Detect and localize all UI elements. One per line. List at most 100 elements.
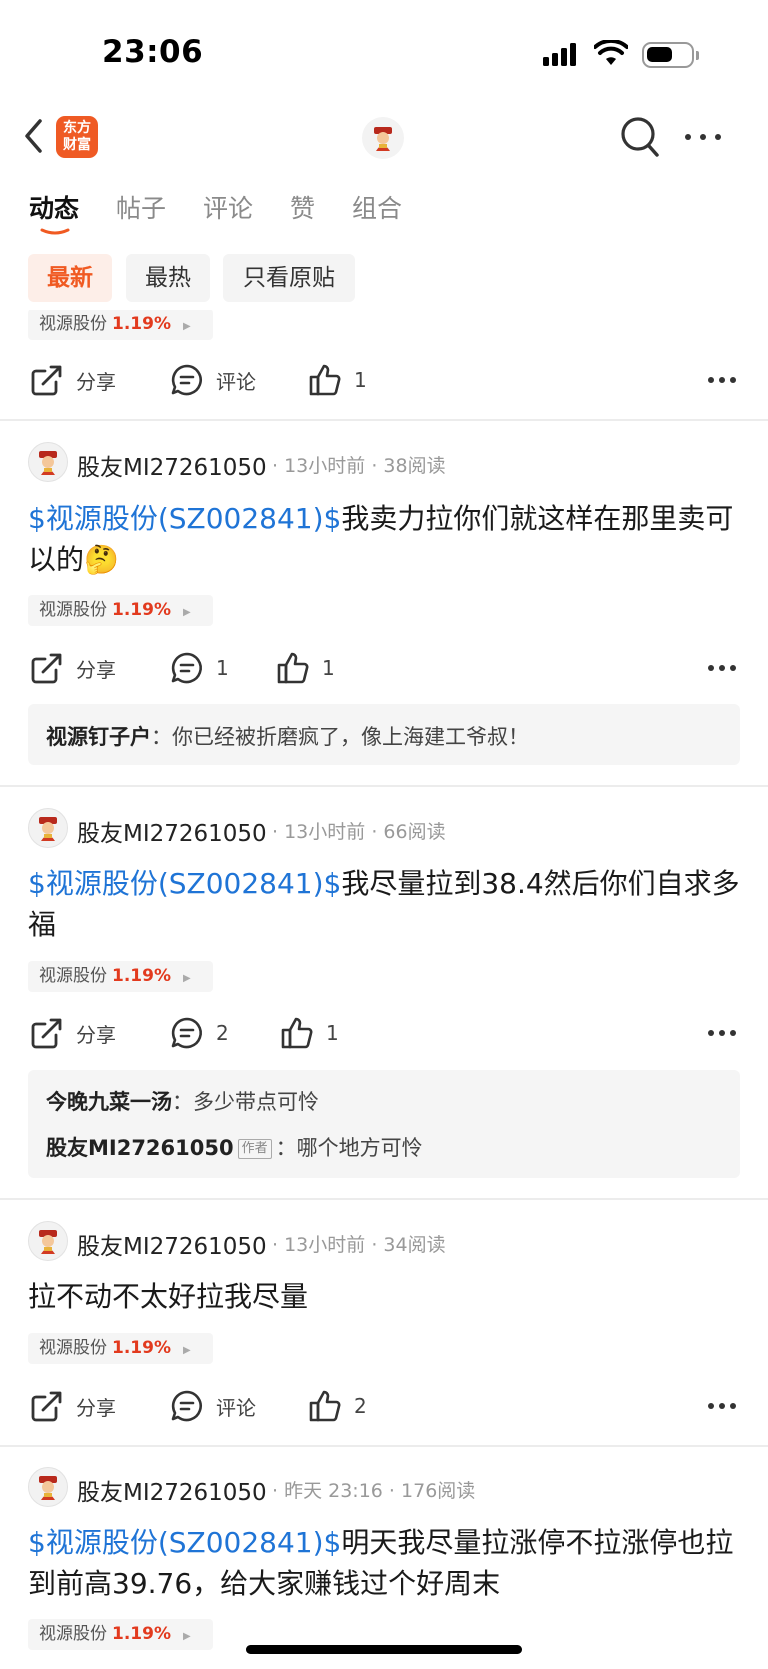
comment-line: 股友MI27261050 作者 ：哪个地方可怜 [46,1136,423,1160]
share-label: 分享 [76,369,116,394]
avatar[interactable] [28,1467,68,1507]
like-button[interactable]: 1 [308,363,367,397]
tab-comments[interactable]: 评论 [203,189,253,225]
tab-dynamic[interactable]: 动态 [29,189,79,225]
post-body[interactable]: $视源股份(SZ002841)$我卖力拉你们就这样在那里卖可以的🤔 [28,498,740,580]
avatar[interactable] [28,442,68,482]
filter-latest-visible[interactable]: 最新 [28,254,112,302]
chevron-right-icon: ▶ [182,1631,191,1642]
comment-text: 多少带点可怜 [193,1090,319,1114]
stock-tag-change: 1.19% [112,314,171,334]
fortune-god-icon [39,1476,57,1500]
stock-tag-name: 视源股份 [39,600,107,620]
chevron-right-icon: ▶ [182,321,191,332]
share-icon [31,1018,62,1049]
stock-tag-name: 视源股份 [39,314,107,334]
post-more-icon[interactable] [708,377,736,383]
back-icon[interactable] [22,118,46,154]
tab-portfolio[interactable]: 组合 [352,189,402,225]
stock-link[interactable]: $视源股份(SZ002841)$ [28,867,341,900]
avatar[interactable] [28,808,68,848]
author-name[interactable]: 股友MI27261050 [77,1227,267,1261]
share-button[interactable]: 分享 [30,363,116,397]
post-time: 13小时前 [284,821,366,843]
search-icon[interactable] [620,115,660,159]
stock-link[interactable]: $视源股份(SZ002841)$ [28,502,341,535]
post-more-icon[interactable] [708,665,736,671]
author-name[interactable]: 股友MI27261050 [77,1473,267,1507]
author-name[interactable]: 股友MI27261050 [77,448,267,482]
wifi-icon [594,40,628,65]
stock-tag[interactable]: 视源股份 1.19% ▶ [28,1333,213,1364]
filter-original-only-visible[interactable]: 只看原贴 [223,254,355,302]
post-body[interactable]: $视源股份(SZ002841)$我尽量拉到38.4然后你们自求多福 [28,863,740,945]
comment-button[interactable]: 评论 [170,363,256,397]
stock-tag[interactable]: 视源股份 1.19% ▶ [28,309,213,340]
status-time: 23:06 [102,34,204,70]
stock-tag-change: 1.19% [112,1338,171,1358]
comment-button[interactable]: 1 [170,651,229,685]
more-options-icon[interactable] [685,134,721,142]
comment-user[interactable]: 视源钉子户 [46,725,151,749]
comment-user[interactable]: 今晚九菜一汤 [46,1090,172,1114]
share-label: 分享 [76,657,116,682]
like-count: 2 [354,1394,367,1418]
share-button[interactable]: 分享 [30,1016,116,1050]
stock-tag-change: 1.19% [112,600,171,620]
comment-user[interactable]: 股友MI27261050 [46,1136,234,1160]
comment-icon [171,652,202,684]
fortune-god-icon [374,127,392,151]
tab-likes[interactable]: 赞 [290,189,315,225]
home-indicator[interactable] [246,1645,522,1654]
share-label: 分享 [76,1022,116,1047]
like-button[interactable]: 1 [276,651,335,685]
like-count: 1 [354,368,367,392]
comment-count: 2 [216,1021,229,1045]
fortune-god-icon [39,1230,57,1254]
post-time: 昨天 23:16 [284,1480,383,1502]
divider [0,1445,768,1447]
like-button[interactable]: 1 [280,1016,339,1050]
filter-hottest-visible[interactable]: 最热 [126,254,210,302]
post-body[interactable]: 拉不动不太好拉我尽量 [28,1276,740,1317]
post-more-icon[interactable] [708,1403,736,1409]
comment-button[interactable]: 评论 [170,1389,256,1423]
stock-tag-change: 1.19% [112,966,171,986]
like-button[interactable]: 2 [308,1389,367,1423]
comment-text: 你已经被折磨疯了，像上海建工爷叔！ [172,725,529,749]
chevron-right-icon: ▶ [182,1345,191,1356]
stock-tag[interactable]: 视源股份 1.19% ▶ [28,595,213,626]
stock-link[interactable]: $视源股份(SZ002841)$ [28,1526,341,1559]
post-reads: 34阅读 [383,1234,446,1256]
logo-line1: 东方 [63,120,91,136]
post-meta: · 昨天 23:16 · 176阅读 [272,1480,476,1502]
fortune-god-icon [39,451,57,475]
comment-button[interactable]: 2 [170,1016,229,1050]
author-name[interactable]: 股友MI27261050 [77,814,267,848]
stock-tag[interactable]: 视源股份 1.19% ▶ [28,1619,213,1650]
post-time: 13小时前 [284,455,366,477]
user-avatar[interactable] [362,117,404,159]
tab-posts[interactable]: 帖子 [116,189,166,225]
comment-text: 哪个地方可怜 [296,1136,423,1160]
stock-tag-name: 视源股份 [39,966,107,986]
post-time: 13小时前 [284,1234,366,1256]
like-count: 1 [326,1021,339,1045]
comment-label: 评论 [216,369,256,394]
stock-tag[interactable]: 视源股份 1.19% ▶ [28,961,213,992]
app-logo: 东方 财富 [56,116,98,158]
avatar[interactable] [28,1221,68,1261]
comment-count: 1 [216,656,229,680]
share-icon [31,653,62,684]
post-body[interactable]: $视源股份(SZ002841)$明天我尽量拉涨停不拉涨停也拉到前高39.76，给… [28,1522,740,1604]
comment-line: 视源钉子户：你已经被折磨疯了，像上海建工爷叔！ [46,725,529,749]
share-label: 分享 [76,1395,116,1420]
chevron-right-icon: ▶ [182,607,191,618]
post-reads: 38阅读 [383,455,446,477]
comment-preview[interactable]: 视源钉子户：你已经被折磨疯了，像上海建工爷叔！ [28,704,740,765]
share-button[interactable]: 分享 [30,651,116,685]
comment-preview[interactable]: 今晚九菜一汤：多少带点可怜 股友MI27261050 作者 ：哪个地方可怜 [28,1070,740,1178]
share-button[interactable]: 分享 [30,1389,116,1423]
divider [0,419,768,421]
post-more-icon[interactable] [708,1030,736,1036]
